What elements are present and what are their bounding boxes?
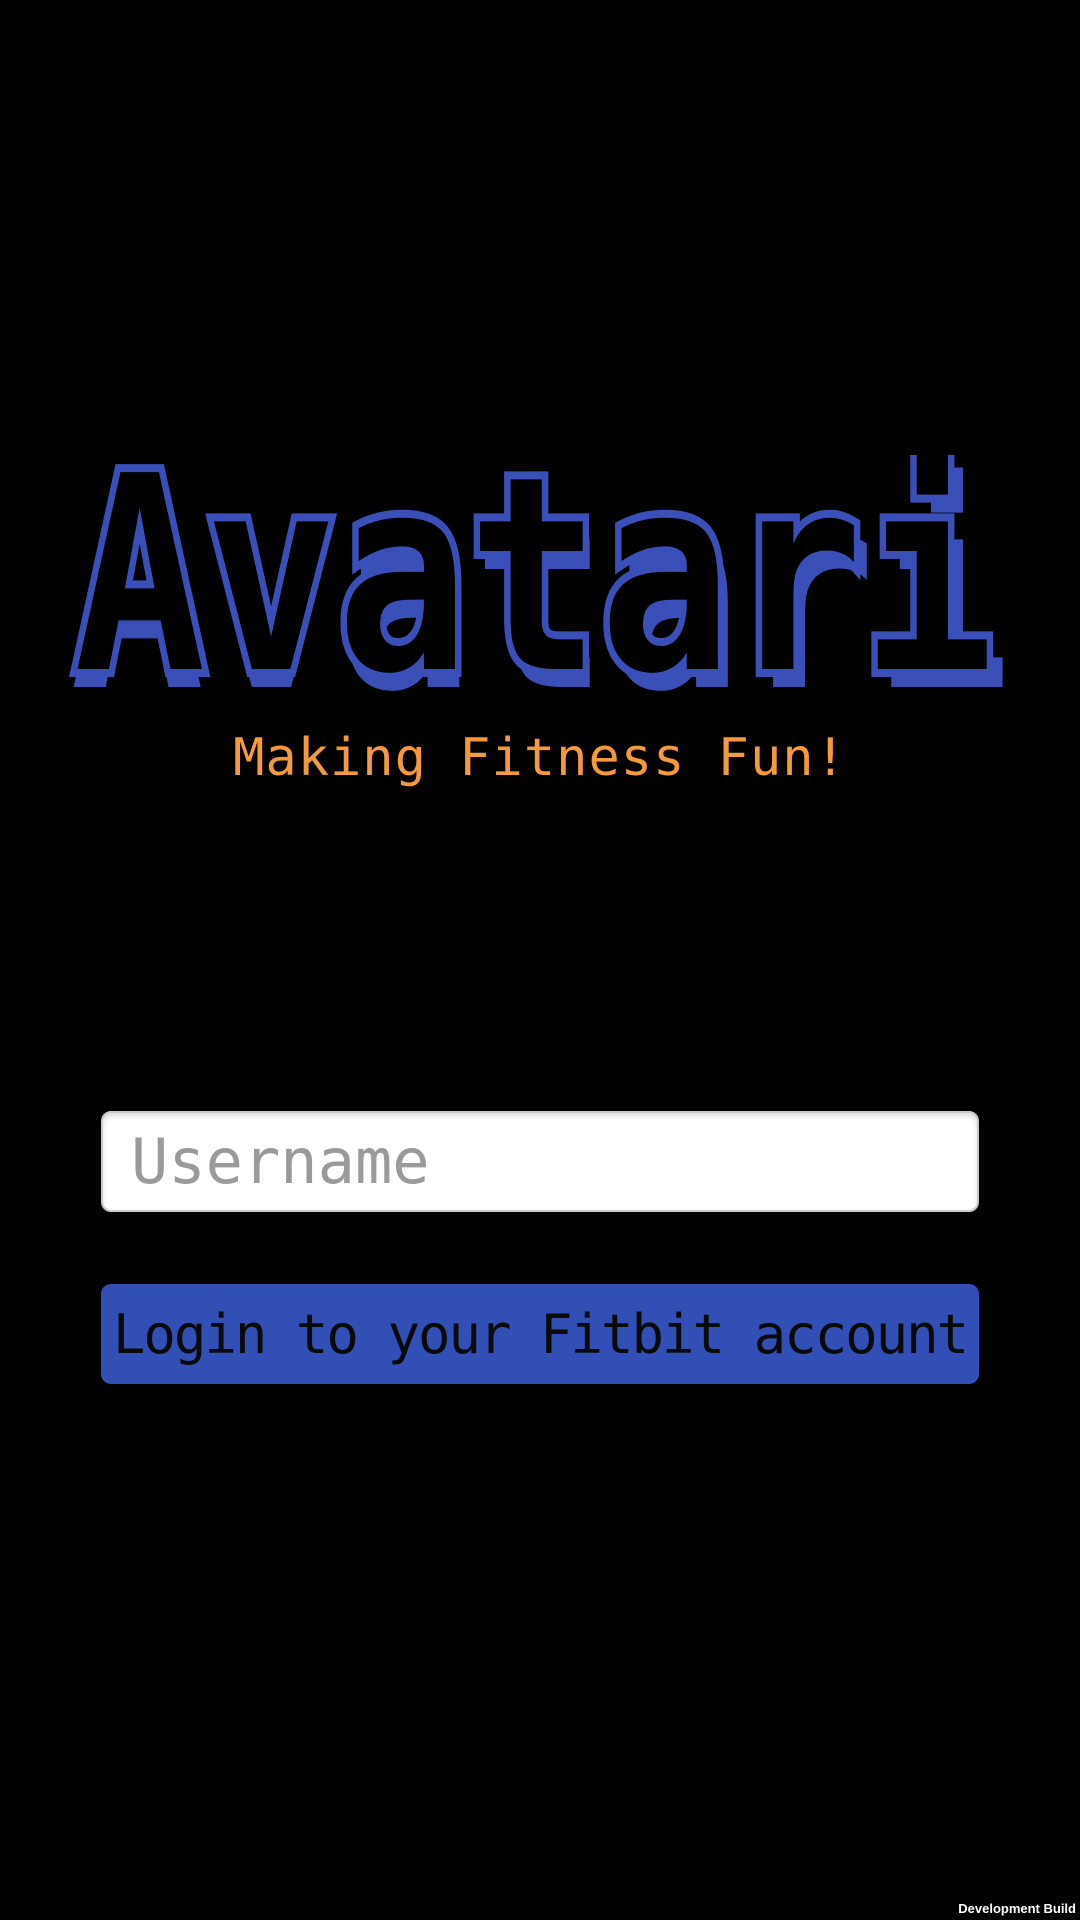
logo-graphic: Avatari Avatari bbox=[66, 455, 1010, 705]
logo-text: Avatari bbox=[74, 455, 994, 705]
development-build-label: Development Build bbox=[958, 1901, 1076, 1916]
app-logo: Avatari Avatari bbox=[60, 455, 1020, 705]
login-screen: Avatari Avatari Making Fitness Fun! Logi… bbox=[0, 0, 1080, 1920]
fitbit-login-button[interactable]: Login to your Fitbit account bbox=[101, 1284, 979, 1384]
tagline: Making Fitness Fun! bbox=[233, 728, 847, 788]
username-input[interactable] bbox=[101, 1111, 979, 1212]
